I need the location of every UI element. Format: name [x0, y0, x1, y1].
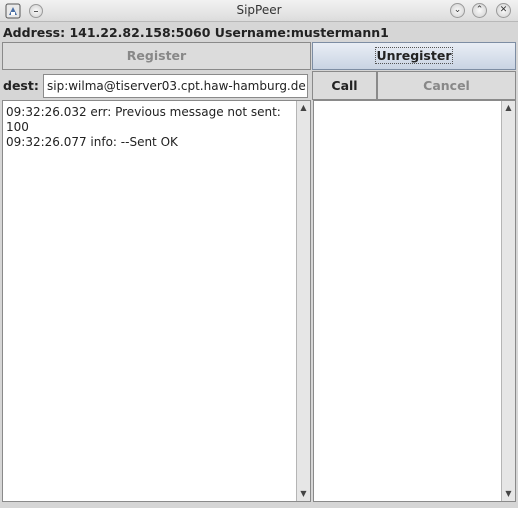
dest-input[interactable]: sip:wilma@tiserver03.cpt.haw-hamburg.de: [43, 74, 308, 98]
log-scrollbar[interactable]: ▲ ▼: [296, 101, 310, 501]
maximize-icon[interactable]: ⌃: [472, 3, 487, 18]
unregister-button-label: Unregister: [374, 47, 454, 64]
unregister-button[interactable]: Unregister: [312, 42, 516, 70]
window-title: SipPeer: [236, 3, 282, 17]
side-scrollbar[interactable]: ▲ ▼: [501, 101, 515, 501]
minimize-icon[interactable]: ⌄: [450, 3, 465, 18]
close-icon[interactable]: ✕: [496, 3, 511, 18]
scroll-down-icon[interactable]: ▼: [297, 487, 310, 501]
dest-label: dest:: [3, 78, 39, 93]
window-titlebar: SipPeer ⌄ ⌃ ✕: [0, 0, 518, 22]
scroll-up-icon[interactable]: ▲: [297, 101, 310, 115]
scroll-up-icon[interactable]: ▲: [502, 101, 515, 115]
call-button[interactable]: Call: [312, 71, 377, 100]
log-text: 09:32:26.032 err: Previous message not s…: [6, 105, 294, 150]
log-line: 09:32:26.077 info: --Sent OK: [6, 135, 178, 149]
scroll-down-icon[interactable]: ▼: [502, 487, 515, 501]
log-line: 09:32:26.032 err: Previous message not s…: [6, 105, 281, 134]
register-button[interactable]: Register: [2, 42, 311, 70]
log-pane[interactable]: 09:32:26.032 err: Previous message not s…: [2, 100, 311, 502]
side-pane[interactable]: ▲ ▼: [313, 100, 516, 502]
address-username-label: Address: 141.22.82.158:5060 Username:mus…: [3, 25, 389, 40]
cancel-button[interactable]: Cancel: [377, 71, 516, 100]
